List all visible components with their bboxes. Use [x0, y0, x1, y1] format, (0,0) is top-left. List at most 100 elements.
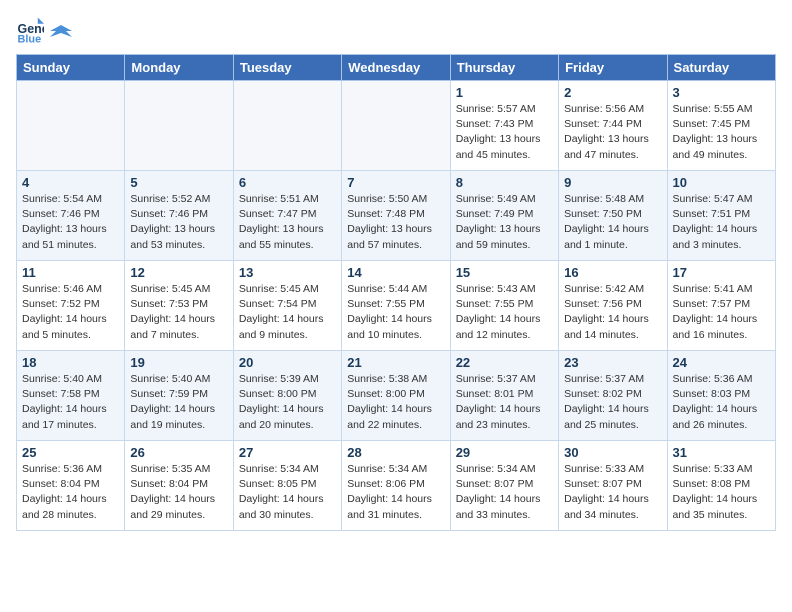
calendar-cell: 2Sunrise: 5:56 AMSunset: 7:44 PMDaylight… — [559, 81, 667, 171]
calendar-cell: 11 Sunrise: 5:46 AMSunset: 7:52 PMDayligh… — [17, 261, 125, 351]
logo-bird — [50, 23, 72, 41]
week-row-5: 25 Sunrise: 5:36 AMSunset: 8:04 PMDayligh… — [17, 441, 776, 531]
day-number: 19 — [130, 355, 227, 370]
day-info: Sunrise: 5:43 AMSunset: 7:55 PMDaylight:… — [456, 282, 553, 343]
day-info: Sunrise: 5:38 AMSunset: 8:00 PMDaylight:… — [347, 372, 444, 433]
day-info: Sunrise: 5:35 AMSunset: 8:04 PMDaylight:… — [130, 462, 227, 523]
day-number: 31 — [673, 445, 770, 460]
calendar-cell: 27 Sunrise: 5:34 AMSunset: 8:05 PMDayligh… — [233, 441, 341, 531]
day-info: Sunrise: 5:34 AMSunset: 8:05 PMDaylight:… — [239, 462, 336, 523]
logo-icon: General Blue — [16, 16, 44, 44]
logo: General Blue — [16, 16, 74, 44]
calendar-cell: 25 Sunrise: 5:36 AMSunset: 8:04 PMDayligh… — [17, 441, 125, 531]
calendar-cell: 20 Sunrise: 5:39 AMSunset: 8:00 PMDayligh… — [233, 351, 341, 441]
day-number: 17 — [673, 265, 770, 280]
weekday-tuesday: Tuesday — [233, 55, 341, 81]
day-number: 10 — [673, 175, 770, 190]
calendar-cell: 21 Sunrise: 5:38 AMSunset: 8:00 PMDayligh… — [342, 351, 450, 441]
day-number: 30 — [564, 445, 661, 460]
weekday-saturday: Saturday — [667, 55, 775, 81]
calendar-cell: 22Sunrise: 5:37 AMSunset: 8:01 PMDayligh… — [450, 351, 558, 441]
calendar-cell: 19 Sunrise: 5:40 AMSunset: 7:59 PMDayligh… — [125, 351, 233, 441]
day-info: Sunrise: 5:55 AMSunset: 7:45 PMDaylight:… — [673, 102, 770, 163]
calendar-cell: 16 Sunrise: 5:42 AMSunset: 7:56 PMDayligh… — [559, 261, 667, 351]
weekday-thursday: Thursday — [450, 55, 558, 81]
day-info: Sunrise: 5:44 AMSunset: 7:55 PMDaylight:… — [347, 282, 444, 343]
weekday-sunday: Sunday — [17, 55, 125, 81]
day-info: Sunrise: 5:41 AMSunset: 7:57 PMDaylight:… — [673, 282, 770, 343]
calendar-cell: 29Sunrise: 5:34 AMSunset: 8:07 PMDayligh… — [450, 441, 558, 531]
week-row-1: 1 Sunrise: 5:57 AMSunset: 7:43 PMDaylight… — [17, 81, 776, 171]
calendar-cell — [125, 81, 233, 171]
week-row-4: 18Sunrise: 5:40 AMSunset: 7:58 PMDayligh… — [17, 351, 776, 441]
calendar-cell: 24 Sunrise: 5:36 AMSunset: 8:03 PMDayligh… — [667, 351, 775, 441]
calendar-cell — [233, 81, 341, 171]
day-info: Sunrise: 5:40 AMSunset: 7:59 PMDaylight:… — [130, 372, 227, 433]
day-number: 2 — [564, 85, 661, 100]
calendar-cell: 15Sunrise: 5:43 AMSunset: 7:55 PMDayligh… — [450, 261, 558, 351]
day-number: 9 — [564, 175, 661, 190]
calendar-cell: 8 Sunrise: 5:49 AMSunset: 7:49 PMDaylight… — [450, 171, 558, 261]
day-number: 12 — [130, 265, 227, 280]
day-info: Sunrise: 5:33 AMSunset: 8:07 PMDaylight:… — [564, 462, 661, 523]
day-number: 22 — [456, 355, 553, 370]
day-number: 29 — [456, 445, 553, 460]
calendar-cell: 28Sunrise: 5:34 AMSunset: 8:06 PMDayligh… — [342, 441, 450, 531]
calendar-cell: 5 Sunrise: 5:52 AMSunset: 7:46 PMDaylight… — [125, 171, 233, 261]
day-info: Sunrise: 5:54 AMSunset: 7:46 PMDaylight:… — [22, 192, 119, 253]
day-number: 14 — [347, 265, 444, 280]
day-number: 23 — [564, 355, 661, 370]
calendar-cell: 3Sunrise: 5:55 AMSunset: 7:45 PMDaylight… — [667, 81, 775, 171]
day-info: Sunrise: 5:50 AMSunset: 7:48 PMDaylight:… — [347, 192, 444, 253]
calendar-cell: 4 Sunrise: 5:54 AMSunset: 7:46 PMDaylight… — [17, 171, 125, 261]
calendar-cell: 12Sunrise: 5:45 AMSunset: 7:53 PMDayligh… — [125, 261, 233, 351]
weekday-header-row: SundayMondayTuesdayWednesdayThursdayFrid… — [17, 55, 776, 81]
day-info: Sunrise: 5:36 AMSunset: 8:04 PMDaylight:… — [22, 462, 119, 523]
day-number: 13 — [239, 265, 336, 280]
weekday-wednesday: Wednesday — [342, 55, 450, 81]
day-info: Sunrise: 5:37 AMSunset: 8:02 PMDaylight:… — [564, 372, 661, 433]
day-number: 18 — [22, 355, 119, 370]
calendar-cell: 26 Sunrise: 5:35 AMSunset: 8:04 PMDayligh… — [125, 441, 233, 531]
calendar-cell: 14 Sunrise: 5:44 AMSunset: 7:55 PMDayligh… — [342, 261, 450, 351]
day-number: 5 — [130, 175, 227, 190]
day-number: 8 — [456, 175, 553, 190]
calendar-cell: 18Sunrise: 5:40 AMSunset: 7:58 PMDayligh… — [17, 351, 125, 441]
day-number: 24 — [673, 355, 770, 370]
day-number: 27 — [239, 445, 336, 460]
week-row-2: 4 Sunrise: 5:54 AMSunset: 7:46 PMDaylight… — [17, 171, 776, 261]
calendar-cell: 30 Sunrise: 5:33 AMSunset: 8:07 PMDayligh… — [559, 441, 667, 531]
day-info: Sunrise: 5:42 AMSunset: 7:56 PMDaylight:… — [564, 282, 661, 343]
calendar-cell — [17, 81, 125, 171]
day-info: Sunrise: 5:45 AMSunset: 7:54 PMDaylight:… — [239, 282, 336, 343]
day-number: 21 — [347, 355, 444, 370]
calendar-cell: 7Sunrise: 5:50 AMSunset: 7:48 PMDaylight… — [342, 171, 450, 261]
weekday-friday: Friday — [559, 55, 667, 81]
calendar-cell: 10 Sunrise: 5:47 AMSunset: 7:51 PMDayligh… — [667, 171, 775, 261]
day-number: 26 — [130, 445, 227, 460]
day-info: Sunrise: 5:47 AMSunset: 7:51 PMDaylight:… — [673, 192, 770, 253]
day-number: 11 — [22, 265, 119, 280]
day-info: Sunrise: 5:52 AMSunset: 7:46 PMDaylight:… — [130, 192, 227, 253]
svg-text:Blue: Blue — [18, 33, 42, 44]
header: General Blue — [16, 16, 776, 44]
day-info: Sunrise: 5:34 AMSunset: 8:06 PMDaylight:… — [347, 462, 444, 523]
calendar-cell: 1 Sunrise: 5:57 AMSunset: 7:43 PMDaylight… — [450, 81, 558, 171]
day-info: Sunrise: 5:36 AMSunset: 8:03 PMDaylight:… — [673, 372, 770, 433]
day-number: 4 — [22, 175, 119, 190]
day-number: 20 — [239, 355, 336, 370]
day-info: Sunrise: 5:46 AMSunset: 7:52 PMDaylight:… — [22, 282, 119, 343]
day-info: Sunrise: 5:39 AMSunset: 8:00 PMDaylight:… — [239, 372, 336, 433]
weekday-monday: Monday — [125, 55, 233, 81]
day-number: 1 — [456, 85, 553, 100]
week-row-3: 11 Sunrise: 5:46 AMSunset: 7:52 PMDayligh… — [17, 261, 776, 351]
day-number: 16 — [564, 265, 661, 280]
day-number: 25 — [22, 445, 119, 460]
day-info: Sunrise: 5:48 AMSunset: 7:50 PMDaylight:… — [564, 192, 661, 253]
day-info: Sunrise: 5:57 AMSunset: 7:43 PMDaylight:… — [456, 102, 553, 163]
day-info: Sunrise: 5:51 AMSunset: 7:47 PMDaylight:… — [239, 192, 336, 253]
calendar-cell: 13 Sunrise: 5:45 AMSunset: 7:54 PMDayligh… — [233, 261, 341, 351]
day-info: Sunrise: 5:49 AMSunset: 7:49 PMDaylight:… — [456, 192, 553, 253]
calendar-table: SundayMondayTuesdayWednesdayThursdayFrid… — [16, 54, 776, 531]
calendar-cell — [342, 81, 450, 171]
